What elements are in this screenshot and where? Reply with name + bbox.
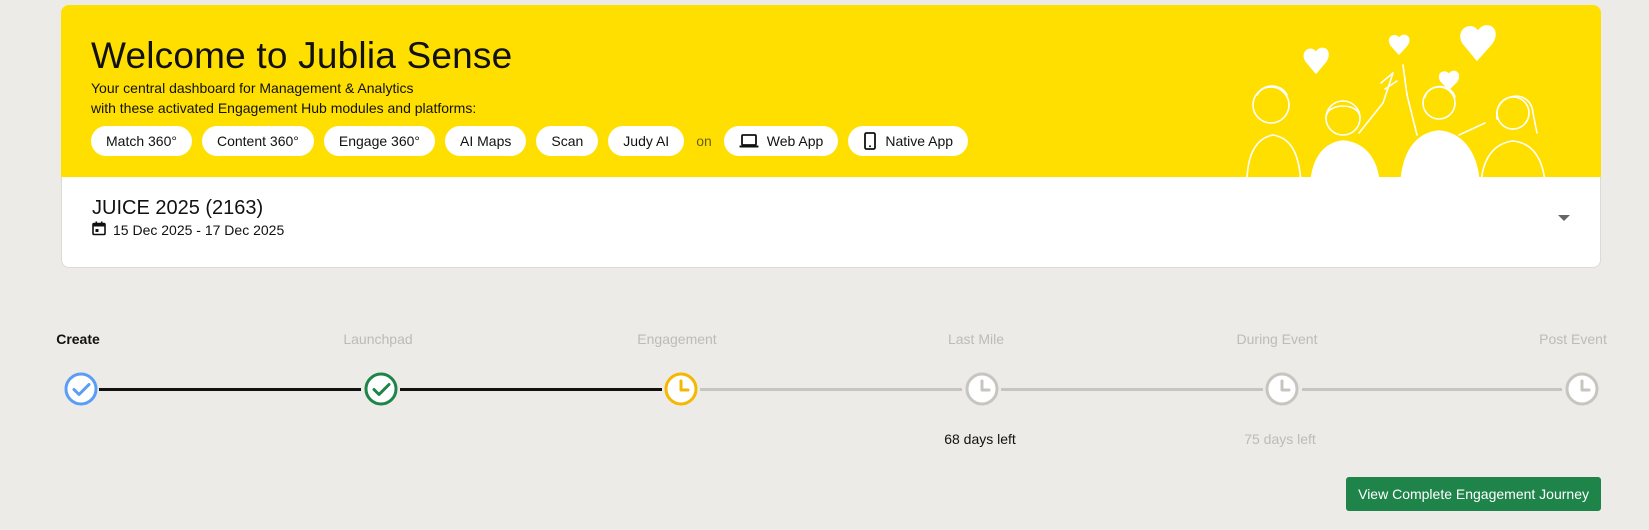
platform-pill-web-app[interactable]: Web App — [723, 126, 839, 156]
module-pill-match-360[interactable]: Match 360° — [91, 126, 192, 156]
event-selector[interactable]: JUICE 2025 (2163) 15 Dec 2025 - 17 Dec 2… — [61, 177, 1601, 268]
step-label-launchpad: Launchpad — [343, 331, 413, 347]
step-node-during-event[interactable] — [1263, 370, 1301, 408]
calendar-icon — [92, 221, 106, 239]
module-pill-label: Match 360° — [106, 133, 177, 149]
banner-subtitle-line1: Your central dashboard for Management & … — [91, 80, 414, 96]
countdown-during-event: 75 days left — [1244, 431, 1316, 447]
banner-subtitle: Your central dashboard for Management & … — [91, 78, 476, 118]
connector-during-event-post-event — [1302, 388, 1562, 391]
module-pill-label: Engage 360° — [338, 133, 420, 149]
module-pill-label: Scan — [551, 133, 584, 149]
event-date-range: 15 Dec 2025 - 17 Dec 2025 — [113, 222, 285, 238]
module-pill-label: AI Maps — [460, 133, 512, 149]
step-node-create[interactable] — [62, 370, 100, 408]
smartphone-icon — [863, 132, 877, 150]
connector-last-mile-during-event — [1001, 388, 1263, 391]
view-complete-engagement-journey-button[interactable]: View Complete Engagement Journey — [1346, 477, 1601, 511]
banner-subtitle-line2: with these activated Engagement Hub modu… — [91, 100, 477, 116]
connector-launchpad-engagement — [400, 388, 662, 391]
step-node-post-event[interactable] — [1563, 370, 1601, 408]
celebrating-people-illustration — [1246, 25, 1546, 177]
step-node-launchpad[interactable] — [362, 370, 400, 408]
module-pill-engage-360[interactable]: Engage 360° — [323, 126, 435, 156]
module-pill-label: Content 360° — [216, 133, 299, 149]
step-node-engagement[interactable] — [662, 370, 700, 408]
module-pill-content-360[interactable]: Content 360° — [201, 126, 314, 156]
module-pill-judy-ai[interactable]: Judy AI — [608, 126, 685, 156]
step-label-engagement: Engagement — [637, 331, 717, 347]
event-dates: 15 Dec 2025 - 17 Dec 2025 — [92, 221, 284, 239]
step-label-during-event: During Event — [1236, 331, 1318, 347]
connector-create-launchpad — [99, 388, 361, 391]
page-title: Welcome to Jublia Sense — [91, 35, 513, 76]
countdown-last-mile: 68 days left — [944, 431, 1016, 447]
check-circle-icon — [364, 372, 398, 406]
clock-icon — [965, 372, 999, 406]
platform-pill-label: Web App — [766, 133, 824, 149]
clock-icon — [1265, 372, 1299, 406]
clock-icon — [1565, 372, 1599, 406]
module-pill-label: Judy AI — [623, 133, 670, 149]
module-list: Match 360° Content 360° Engage 360° AI M… — [91, 126, 969, 156]
laptop-icon — [739, 133, 759, 149]
module-pill-ai-maps[interactable]: AI Maps — [445, 126, 527, 156]
welcome-banner: Welcome to Jublia Sense Your central das… — [61, 5, 1601, 177]
connector-engagement-last-mile — [700, 388, 962, 391]
platform-pill-label: Native App — [885, 133, 954, 149]
step-label-last-mile: Last Mile — [947, 331, 1005, 347]
step-label-create: Create — [56, 331, 100, 347]
on-label: on — [696, 133, 712, 149]
platform-pill-native-app[interactable]: Native App — [848, 126, 969, 156]
step-label-post-event: Post Event — [1539, 331, 1607, 347]
event-name: JUICE 2025 (2163) — [92, 197, 264, 219]
check-circle-icon — [64, 372, 98, 406]
clock-icon — [664, 372, 698, 406]
step-node-last-mile[interactable] — [963, 370, 1001, 408]
engagement-timeline: Create Launchpad Engagement Last Mile Du… — [0, 320, 1649, 460]
caret-down-icon[interactable] — [1558, 215, 1570, 221]
module-pill-scan[interactable]: Scan — [536, 126, 599, 156]
